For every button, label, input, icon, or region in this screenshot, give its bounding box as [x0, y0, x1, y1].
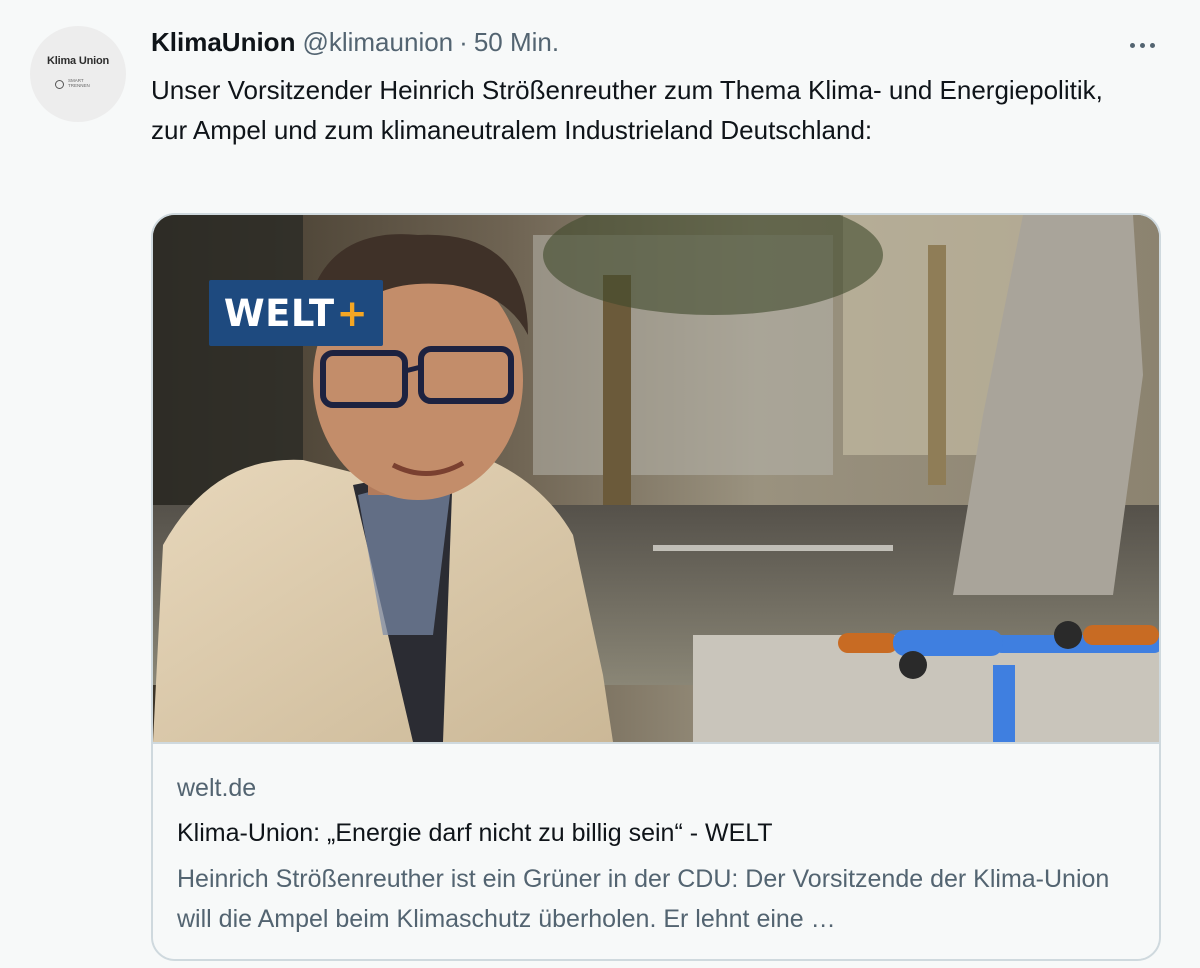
more-dot: [1139, 42, 1145, 48]
separator: ·: [459, 27, 468, 57]
avatar-logo-subtext: SMART TRENNEN: [68, 78, 90, 88]
tweet[interactable]: Klima Union SMART TRENNEN KlimaUnion @kl…: [0, 0, 1200, 968]
avatar[interactable]: Klima Union SMART TRENNEN: [30, 26, 126, 122]
badge-text: WELT: [223, 291, 335, 335]
author-name[interactable]: KlimaUnion: [151, 27, 295, 58]
card-description: Heinrich Strößenreuther ist ein Grüner i…: [177, 865, 1110, 933]
badge-plus: +: [336, 291, 369, 335]
logo-circle-icon: [55, 80, 64, 89]
tweet-header: KlimaUnion @klimaunion · 50 Min.: [151, 27, 559, 63]
link-card[interactable]: WELT + welt.de Klima-Union: „Energie darf…: [151, 213, 1161, 961]
more-dot: [1149, 42, 1155, 48]
avatar-logo-text: Klima Union: [47, 55, 109, 67]
card-image[interactable]: WELT +: [153, 215, 1159, 742]
card-title: Klima-Union: „Energie darf nicht zu bill…: [177, 819, 773, 847]
card-meta[interactable]: welt.de Klima-Union: „Energie darf nicht…: [153, 742, 1159, 959]
welt-plus-badge: WELT +: [209, 280, 383, 346]
author-handle[interactable]: @klimaunion: [302, 27, 453, 58]
tweet-text: Unser Vorsitzender Heinrich Strößenreuth…: [151, 75, 1103, 145]
card-domain: welt.de: [177, 774, 257, 802]
timestamp[interactable]: 50 Min.: [474, 27, 559, 58]
more-dot: [1129, 42, 1135, 48]
more-horizontal-icon[interactable]: [1122, 36, 1162, 54]
